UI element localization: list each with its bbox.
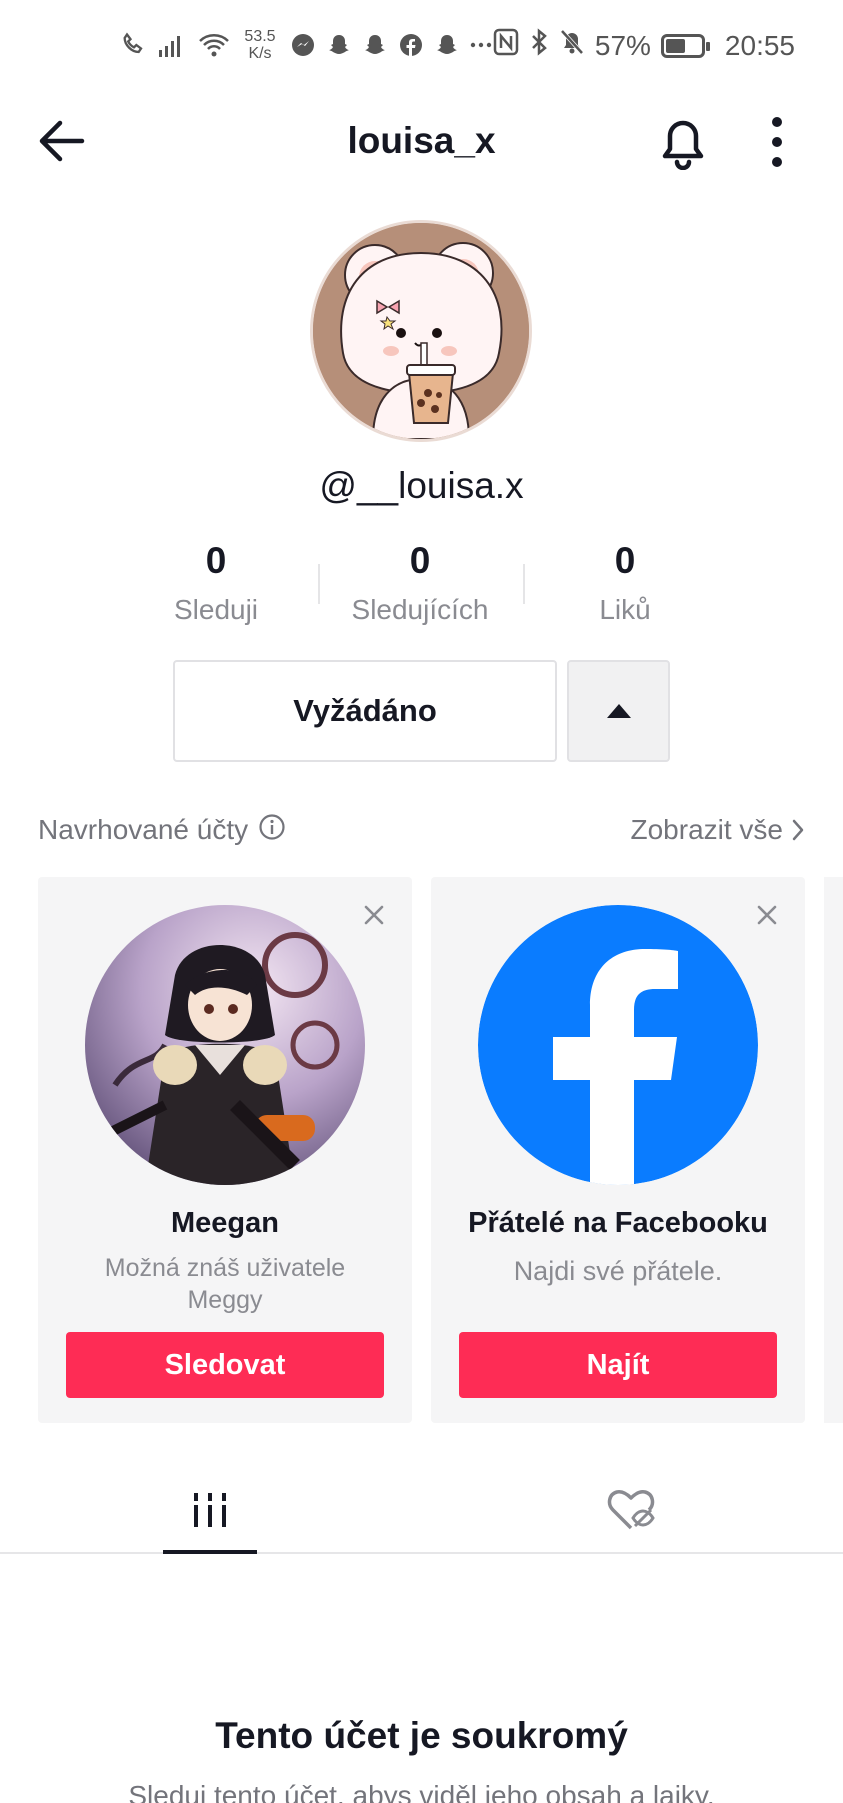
stat-likes[interactable]: 0 Liků: [525, 540, 725, 626]
profile-stats: 0 Sleduji 0 Sledujících 0 Liků: [0, 540, 843, 630]
dismiss-button[interactable]: [753, 901, 781, 929]
see-all-label: Zobrazit vše: [630, 814, 784, 845]
mute-icon: [559, 28, 585, 63]
bell-icon: [662, 120, 704, 171]
suggested-user-name: Meegan: [171, 1207, 279, 1239]
wifi-icon: [198, 32, 230, 58]
facebook-status-icon: [398, 32, 424, 58]
profile-handle: @__louisa.x: [319, 465, 524, 506]
more-notifications-icon: [470, 32, 492, 58]
stat-value: 0: [614, 540, 636, 581]
page-title: louisa_x: [347, 120, 496, 161]
stat-label: Sledujících: [351, 594, 489, 625]
find-button[interactable]: Najít: [459, 1332, 777, 1398]
tab-videos[interactable]: [150, 1466, 270, 1554]
nfc-icon: [493, 28, 519, 63]
clock: 20:55: [724, 29, 795, 61]
anime-avatar-image: [85, 905, 365, 1185]
stat-label: Sleduji: [173, 594, 259, 625]
suggested-toggle-button[interactable]: [567, 660, 670, 762]
more-vertical-icon: [772, 117, 782, 167]
private-account-description: Sleduj tento účet, abys viděl jeho obsah…: [128, 1780, 715, 1803]
see-all-link[interactable]: Zobrazit vše: [631, 814, 806, 846]
suggested-user-reason: Možná znáš uživatele Meggy: [104, 1254, 346, 1314]
more-options-button[interactable]: [762, 114, 792, 170]
network-speed: 53.5 K/s: [240, 28, 280, 62]
status-bar: 53.5 K/s 57% 20:55: [0, 0, 843, 100]
grid-icon: [194, 1493, 226, 1527]
requested-button[interactable]: Vyžádáno: [173, 660, 557, 762]
facebook-logo-icon: [478, 905, 758, 1185]
follow-button[interactable]: Sledovat: [66, 1332, 384, 1398]
heart-eye-slash-icon: [607, 1490, 655, 1530]
suggested-user-reason: Najdi své přátele.: [513, 1256, 723, 1286]
bear-avatar-image: [313, 223, 529, 439]
speed-unit: K/s: [248, 45, 272, 62]
status-icons-left: 53.5 K/s: [120, 28, 492, 62]
bluetooth-icon: [529, 28, 549, 63]
info-icon[interactable]: [258, 813, 286, 848]
stat-followers[interactable]: 0 Sledujících: [320, 540, 520, 626]
suggested-user-avatar[interactable]: [85, 905, 365, 1185]
chevron-right-icon: [792, 819, 804, 841]
snapchat-icon: [362, 32, 388, 58]
dismiss-button[interactable]: [360, 901, 388, 929]
stat-value: 0: [205, 540, 227, 581]
battery-icon: [660, 33, 710, 58]
suggested-accounts-header: Navrhované účty Zobrazit vše: [38, 808, 805, 852]
suggested-card[interactable]: Meegan Možná znáš uživatele Meggy Sledov…: [38, 877, 412, 1423]
active-tab-indicator: [163, 1550, 257, 1554]
suggested-card[interactable]: Přátelé na Facebooku Najdi své přátele. …: [431, 877, 805, 1423]
profile-header: louisa_x: [0, 100, 843, 180]
stat-following[interactable]: 0 Sleduji: [116, 540, 316, 626]
suggested-title-text: Navrhované účty: [38, 814, 249, 845]
facebook-avatar[interactable]: [478, 905, 758, 1185]
messenger-icon: [290, 32, 316, 58]
close-icon: [757, 905, 777, 925]
content-tabs: [0, 1466, 843, 1554]
suggested-accounts-title: Navrhované účty: [38, 813, 286, 848]
snapchat-icon: [434, 32, 460, 58]
tab-liked[interactable]: [572, 1466, 692, 1554]
status-icons-right: 57% 20:55: [493, 28, 795, 63]
close-icon: [364, 905, 384, 925]
private-account-title: Tento účet je soukromý: [215, 1715, 628, 1756]
stat-value: 0: [409, 540, 431, 581]
signal-icon: [158, 32, 188, 58]
speed-value: 53.5: [244, 28, 276, 45]
notification-button[interactable]: [656, 114, 710, 171]
call-icon: [120, 31, 148, 59]
triangle-up-icon: [606, 704, 631, 718]
suggested-card-peek[interactable]: [824, 877, 843, 1423]
battery-level: [665, 38, 686, 53]
suggested-user-name: Přátelé na Facebooku: [468, 1207, 768, 1239]
battery-percent: 57%: [594, 29, 651, 61]
stat-label: Liků: [599, 594, 651, 625]
snapchat-icon: [326, 32, 352, 58]
profile-avatar: [310, 220, 532, 442]
